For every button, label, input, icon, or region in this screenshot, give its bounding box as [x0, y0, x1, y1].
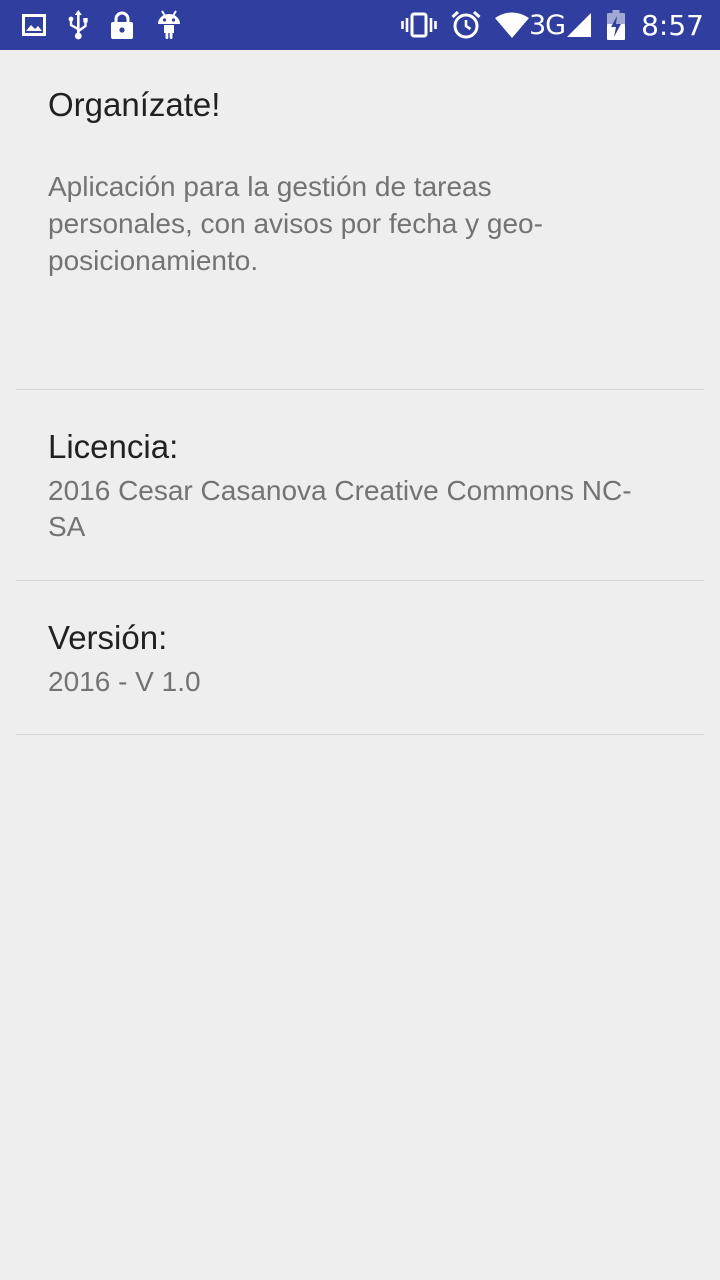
image-icon — [22, 14, 46, 36]
network-type-label: 3G — [529, 9, 566, 41]
usb-icon — [68, 10, 88, 40]
license-value: 2016 Cesar Casanova Creative Commons NC-… — [48, 475, 632, 542]
status-bar-system: 3G 8:57 — [387, 0, 704, 50]
version-value: 2016 - V 1.0 — [48, 666, 201, 697]
divider — [16, 734, 704, 735]
lock-icon — [110, 10, 134, 40]
android-icon — [156, 10, 182, 40]
status-bar-notifications — [22, 0, 204, 50]
license-label: Licencia: — [48, 428, 179, 465]
vibrate-icon — [401, 12, 437, 38]
status-bar: 3G 8:57 — [0, 0, 720, 50]
app-description: Aplicación para la gestión de tareas per… — [48, 171, 543, 276]
signal-icon — [567, 13, 592, 37]
divider — [16, 389, 704, 390]
divider — [16, 580, 704, 581]
app-title: Organízate! — [48, 86, 221, 123]
version-label: Versión: — [48, 619, 168, 656]
status-bar-clock: 8:57 — [641, 8, 704, 42]
alarm-icon — [451, 10, 481, 40]
wifi-icon — [495, 12, 529, 38]
battery-charging-icon — [607, 10, 626, 40]
